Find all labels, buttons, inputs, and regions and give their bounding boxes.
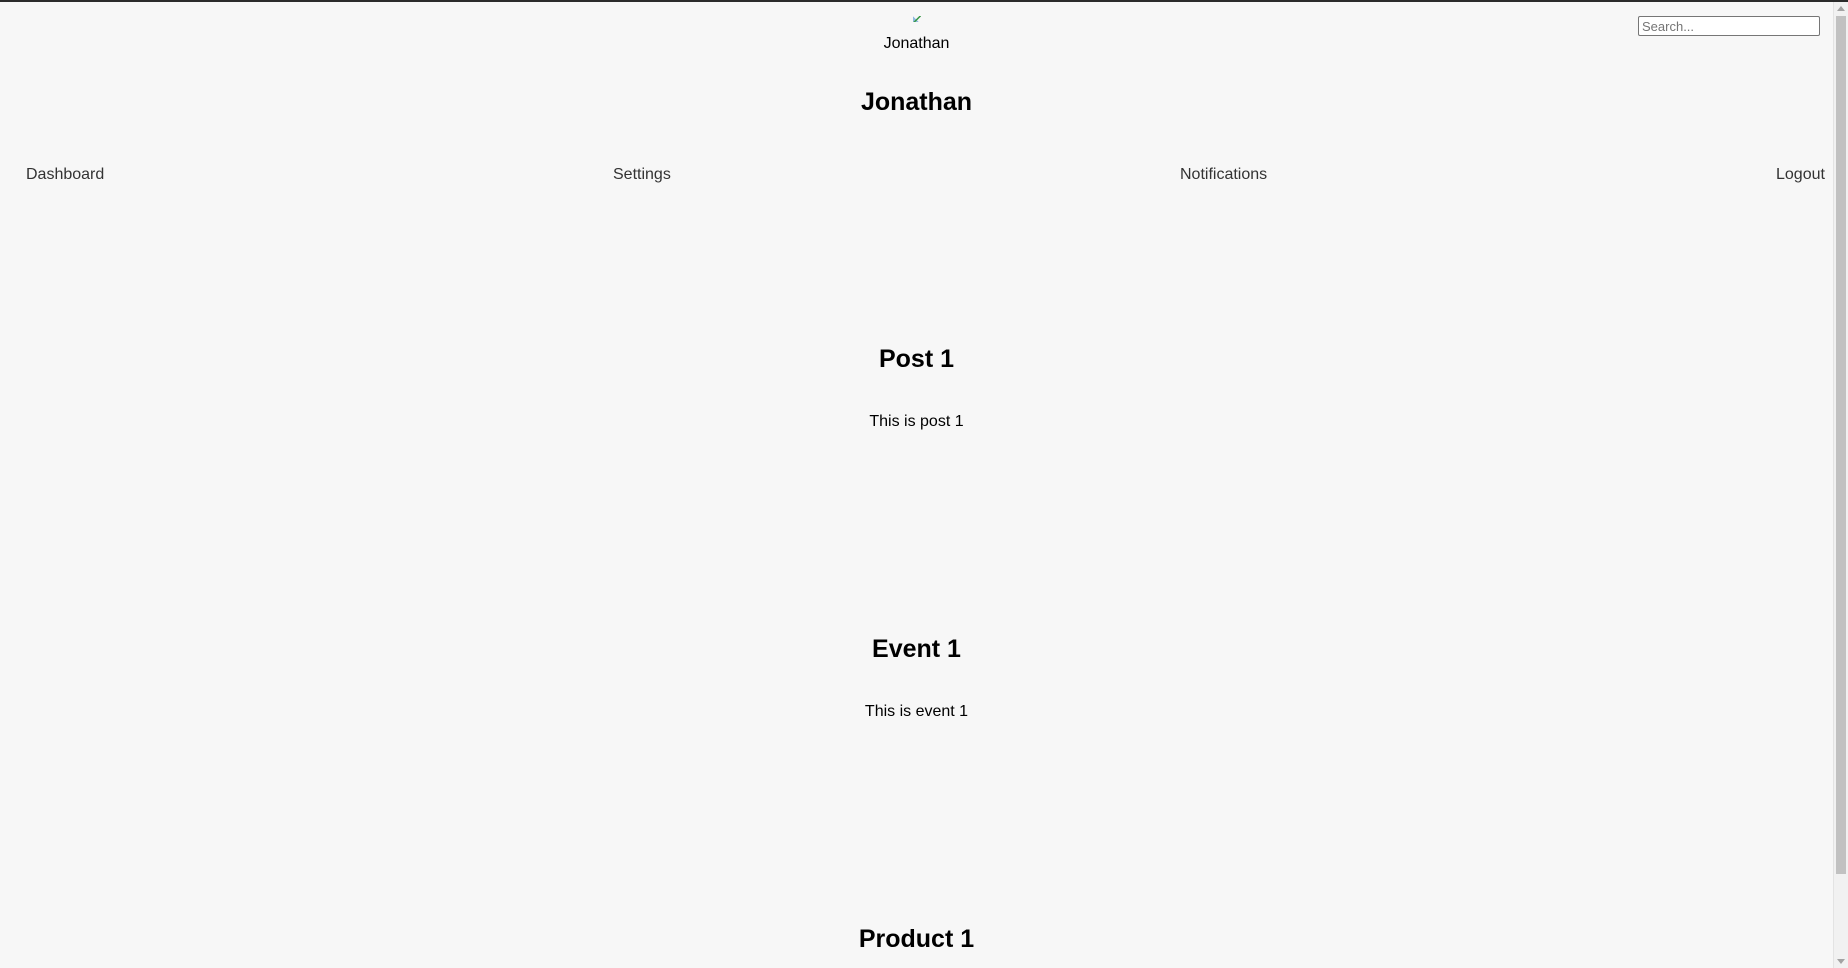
- scroll-down-arrow-icon[interactable]: [1837, 959, 1845, 964]
- feed-item-title: Product 1: [858, 925, 975, 953]
- search-input[interactable]: [1638, 16, 1820, 36]
- page-viewport: Jonathan Jonathan Dashboard Settings Not…: [0, 2, 1833, 968]
- avatar: Jonathan: [0, 14, 1833, 54]
- page-header: Jonathan Jonathan Dashboard Settings Not…: [0, 2, 1833, 232]
- feed-item-event: Event 1 This is event 1: [0, 634, 1833, 722]
- nav-item-logout[interactable]: Logout: [1776, 166, 1825, 184]
- nav-item-dashboard[interactable]: Dashboard: [26, 166, 104, 184]
- feed-item-product: Product 1: [0, 924, 1833, 954]
- feed-item-text: This is event 1: [864, 703, 969, 720]
- feed-item-title: Event 1: [872, 635, 961, 663]
- avatar-alt-text: Jonathan: [883, 35, 950, 52]
- feed-item-post: Post 1 This is post 1: [0, 344, 1833, 432]
- feed-item-title: Post 1: [878, 345, 955, 373]
- feed-item-text: This is post 1: [869, 413, 964, 430]
- scroll-up-arrow-icon[interactable]: [1837, 6, 1845, 11]
- page-title: Jonathan: [860, 88, 973, 116]
- vertical-scrollbar[interactable]: [1833, 2, 1848, 968]
- nav-item-settings[interactable]: Settings: [613, 166, 671, 184]
- nav-item-notifications[interactable]: Notifications: [1180, 166, 1267, 184]
- scrollbar-thumb[interactable]: [1836, 16, 1846, 874]
- broken-image-icon: [911, 14, 923, 24]
